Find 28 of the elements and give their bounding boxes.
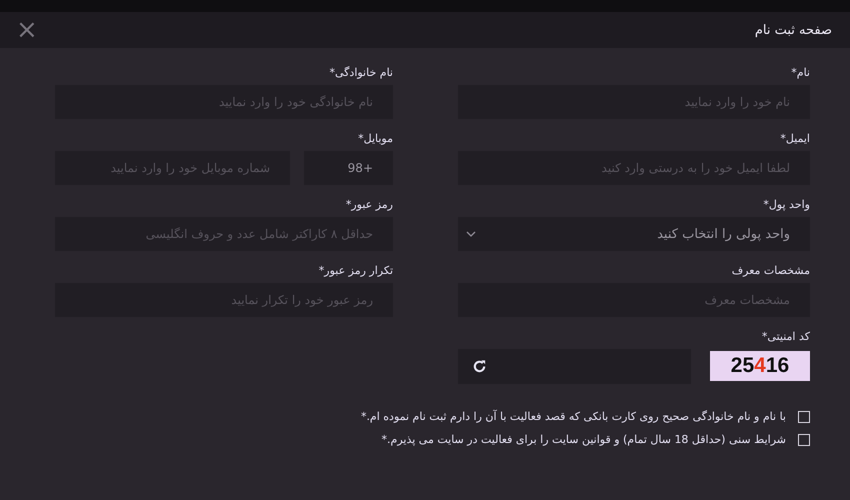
dialog-title: صفحه ثبت نام bbox=[754, 22, 832, 38]
input-field[interactable]: نام خانوادگی خود را وارد نمایید bbox=[55, 85, 393, 119]
field-label: نام خانوادگی* bbox=[330, 66, 393, 79]
currency-select[interactable]: واحد پولی را انتخاب کنید bbox=[458, 217, 810, 251]
mobile-field[interactable]: شماره موبایل خود را وارد نمایید bbox=[55, 151, 290, 185]
field-label: موبایل* bbox=[358, 132, 393, 145]
field-label: مشخصات معرف bbox=[732, 264, 810, 277]
agreement-text: شرایط سنی (حداقل 18 سال تمام) و قوانین سایت را برای فعالیت در سایت می پذیرم.* bbox=[382, 433, 786, 446]
captcha-field[interactable] bbox=[458, 349, 691, 384]
checkbox[interactable] bbox=[798, 410, 810, 422]
field-label: نام* bbox=[791, 66, 810, 79]
refresh-icon[interactable] bbox=[472, 359, 487, 374]
input-field[interactable]: لطفا ایمیل خود را به درستی وارد کنید bbox=[458, 151, 810, 185]
agreement-text: با نام و نام خانوادگی صحیح روی کارت بانکی که قصد فعالیت با آن را دارم ثبت نام نموده ام.* bbox=[360, 410, 786, 423]
captcha-image: 25416 bbox=[710, 351, 810, 381]
field-label: ایمیل* bbox=[780, 132, 810, 145]
field-label: کد امنیتی* bbox=[762, 330, 810, 343]
close-button[interactable]: × bbox=[12, 17, 42, 43]
field-label: رمز عبور* bbox=[346, 198, 393, 211]
input-field[interactable]: حداقل ۸ کاراکتر شامل عدد و حروف انگلیسی bbox=[55, 217, 393, 251]
chevron-down-icon bbox=[466, 231, 476, 237]
input-field[interactable]: مشخصات معرف bbox=[458, 283, 810, 317]
checkbox[interactable] bbox=[798, 434, 810, 446]
input-field[interactable]: رمز عبور خود را تکرار نمایید bbox=[55, 283, 393, 317]
input-field[interactable]: نام خود را وارد نمایید bbox=[458, 85, 810, 119]
field-label: تکرار رمز عبور* bbox=[318, 264, 393, 277]
field-label: واحد پول* bbox=[763, 198, 810, 211]
country-code-field[interactable]: +98 bbox=[304, 151, 393, 185]
